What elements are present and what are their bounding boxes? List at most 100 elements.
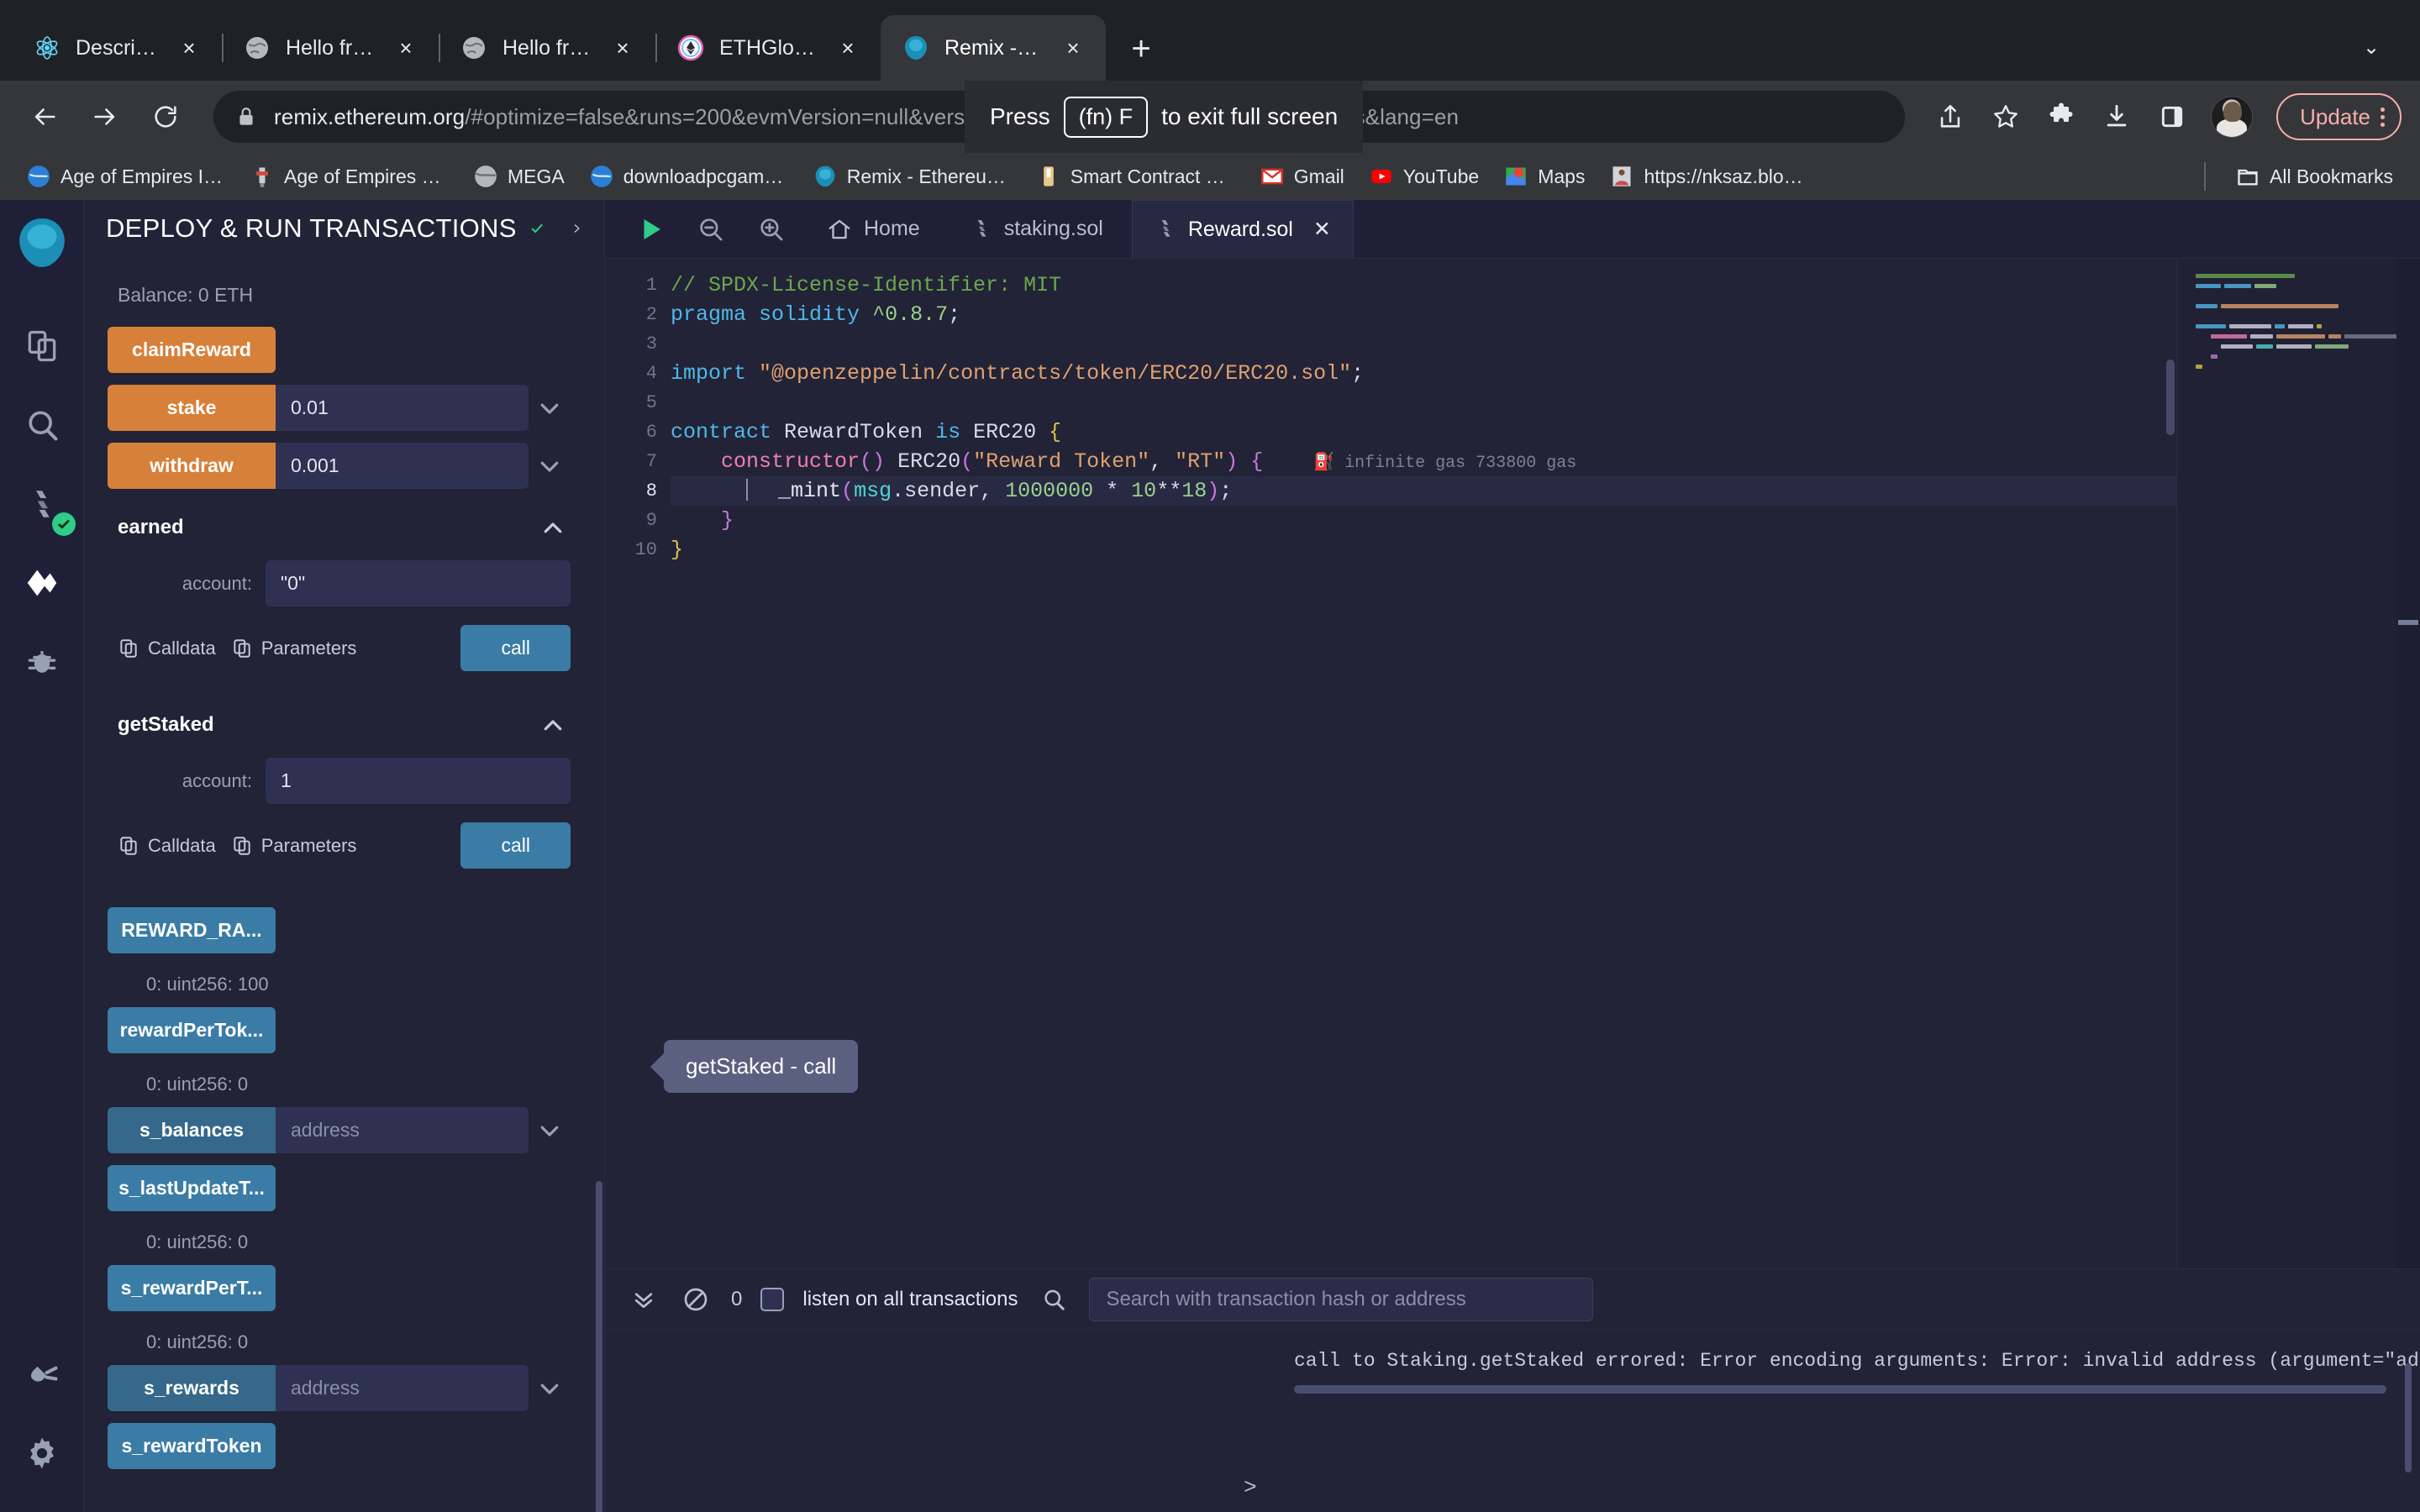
editor-tab-staking-sol[interactable]: staking.sol (949, 200, 1125, 259)
bookmark-item[interactable]: Maps (1494, 160, 1595, 192)
earned-account-input[interactable]: "0" (266, 560, 571, 606)
s-balances-input[interactable]: address (276, 1107, 529, 1153)
terminal-scrollbar[interactable] (2405, 1363, 2412, 1473)
terminal-prompt[interactable]: > (1244, 1475, 1257, 1500)
withdraw-input[interactable]: 0.001 (276, 443, 529, 489)
profile-avatar[interactable] (2211, 96, 2254, 138)
tab-close-button[interactable]: × (392, 34, 420, 62)
browser-tab-4[interactable]: Remix - Ethereum IDE × (881, 15, 1106, 81)
extensions-button[interactable] (2038, 93, 2085, 140)
tab-close-button[interactable]: × (175, 34, 203, 62)
code-minimap[interactable] (2176, 259, 2420, 1268)
stake-dropdown-button[interactable] (529, 385, 571, 431)
getter-row-reward-per-token: rewardPerTok... (108, 1007, 571, 1053)
s-rewards-input[interactable]: address (276, 1365, 529, 1411)
getter-result: 0: uint256: 0 (146, 1231, 249, 1252)
tab-close-button[interactable]: × (1059, 34, 1087, 62)
editor-vertical-scrollbar[interactable] (2166, 360, 2175, 435)
sidebar-item-solidity-compiler[interactable] (12, 474, 76, 536)
rewardpertoken-button[interactable]: rewardPerTok... (108, 1007, 276, 1053)
getstaked-call-button[interactable]: call (460, 822, 571, 869)
sidebar-item-settings[interactable] (12, 1423, 72, 1483)
code-line-4: import "@openzeppelin/contracts/token/ER… (671, 361, 1365, 386)
bookmark-label: Gmail (1293, 165, 1344, 187)
downloads-button[interactable] (2093, 93, 2140, 140)
copy-calldata-button[interactable]: Calldata (118, 835, 216, 857)
editor-tab-reward-sol[interactable]: Reward.sol ✕ (1131, 199, 1354, 259)
bookmark-item[interactable]: Smart Contract En... (1027, 160, 1245, 192)
sidebar-item-plugin-manager[interactable] (12, 1344, 72, 1404)
bookmark-item[interactable]: YouTube (1360, 160, 1489, 192)
bookmark-item[interactable]: Remix - Ethereum... (803, 160, 1022, 192)
minimap-scrollbar-track[interactable] (2396, 259, 2420, 1268)
bookmark-item[interactable]: https://nksaz.blog... (1600, 160, 1818, 192)
minimap-scrollbar-thumb[interactable] (2398, 620, 2418, 625)
clear-console-button[interactable] (679, 1283, 713, 1316)
zoom-out-button[interactable] (684, 202, 738, 256)
editor-tab-home[interactable]: Home (805, 200, 942, 259)
s-lastupdatetime-button[interactable]: s_lastUpdateT... (108, 1165, 276, 1211)
bookmark-button[interactable] (1982, 93, 2029, 140)
collapse-button[interactable] (540, 516, 566, 545)
stake-button[interactable]: stake (108, 385, 276, 431)
forward-button[interactable] (79, 91, 131, 143)
update-button[interactable]: Update (2276, 93, 2402, 140)
transaction-search-input[interactable]: Search with transaction hash or address (1088, 1277, 1593, 1321)
star-icon (1994, 105, 2018, 128)
bookmark-item[interactable]: Age of Empires III... (17, 160, 235, 192)
getstaked-account-input[interactable]: 1 (266, 758, 571, 804)
s-balances-dropdown-button[interactable] (529, 1107, 571, 1153)
side-panel-button[interactable] (2149, 93, 2196, 140)
reload-button[interactable] (139, 91, 192, 143)
share-button[interactable] (1927, 93, 1974, 140)
bookmark-item[interactable]: MEGA (464, 160, 575, 192)
copy-calldata-button[interactable]: Calldata (118, 638, 216, 659)
s-rewards-dropdown-button[interactable] (529, 1365, 571, 1411)
reward-rate-button[interactable]: REWARD_RA... (108, 907, 276, 953)
earned-call-button[interactable]: call (460, 625, 571, 671)
bookmark-item[interactable]: downloadpcgame... (580, 160, 798, 192)
browser-tab-1[interactable]: Hello from page × (222, 15, 439, 81)
run-button[interactable] (623, 202, 677, 256)
code-surface[interactable]: 1 2 3 4 5 6 7 8 9 10 // SPDX-License-Ide… (605, 259, 2420, 1268)
collapse-button[interactable] (540, 713, 566, 743)
line-number: 9 (645, 510, 657, 531)
new-tab-button[interactable]: + (1118, 25, 1165, 72)
browser-tab-0[interactable]: Describing the UI – React × (12, 15, 222, 81)
bookmark-item[interactable]: Age of Empires 2:... (240, 160, 459, 192)
terminal-collapse-button[interactable] (627, 1283, 660, 1316)
s-rewards-button[interactable]: s_rewards (108, 1365, 276, 1411)
sidebar-item-deploy-run-transactions[interactable] (12, 553, 72, 613)
side-panel-scrollbar[interactable] (596, 1181, 602, 1512)
tab-close-button[interactable]: × (834, 34, 862, 62)
terminal-search-icon (1037, 1283, 1071, 1316)
bookmark-item[interactable]: Gmail (1250, 160, 1355, 192)
sidebar-item-search[interactable] (12, 395, 72, 455)
editor-tab-close-button[interactable]: ✕ (1313, 217, 1331, 242)
tab-search-chevron-icon[interactable]: ⌄ (2348, 24, 2395, 71)
code-content[interactable]: // SPDX-License-Identifier: MIT pragma s… (671, 259, 2420, 1268)
copy-parameters-button[interactable]: Parameters (231, 638, 356, 659)
s-rewardtoken-button[interactable]: s_rewardToken (108, 1423, 276, 1469)
sidebar-item-file-explorer[interactable] (12, 316, 72, 376)
terminal-output[interactable]: call to Staking.getStaked errored: Error… (605, 1330, 2420, 1512)
browser-tab-3[interactable]: ETHGlobal | ETHOnline 2023 × (655, 15, 881, 81)
s-balances-button[interactable]: s_balances (108, 1107, 276, 1153)
stake-input[interactable]: 0.01 (276, 385, 529, 431)
withdraw-button[interactable]: withdraw (108, 443, 276, 489)
withdraw-dropdown-button[interactable] (529, 443, 571, 489)
chevron-right-icon[interactable] (571, 218, 582, 239)
tab-close-button[interactable]: × (608, 34, 637, 62)
claimreward-button[interactable]: claimReward (108, 327, 276, 373)
back-button[interactable] (18, 91, 71, 143)
code-line-10: } (671, 538, 684, 562)
all-bookmarks-button[interactable]: All Bookmarks (2226, 160, 2403, 192)
listen-all-transactions-checkbox[interactable] (760, 1287, 785, 1311)
browser-tab-2[interactable]: Hello from page × (439, 15, 655, 81)
copy-parameters-button[interactable]: Parameters (231, 835, 356, 857)
s-rewardpertoken-button[interactable]: s_rewardPerT... (108, 1265, 276, 1311)
sidebar-item-debugger[interactable] (12, 632, 72, 692)
remix-logo-icon[interactable] (14, 215, 70, 270)
zoom-in-button[interactable] (744, 202, 798, 256)
kebab-menu-icon[interactable] (2381, 107, 2385, 127)
